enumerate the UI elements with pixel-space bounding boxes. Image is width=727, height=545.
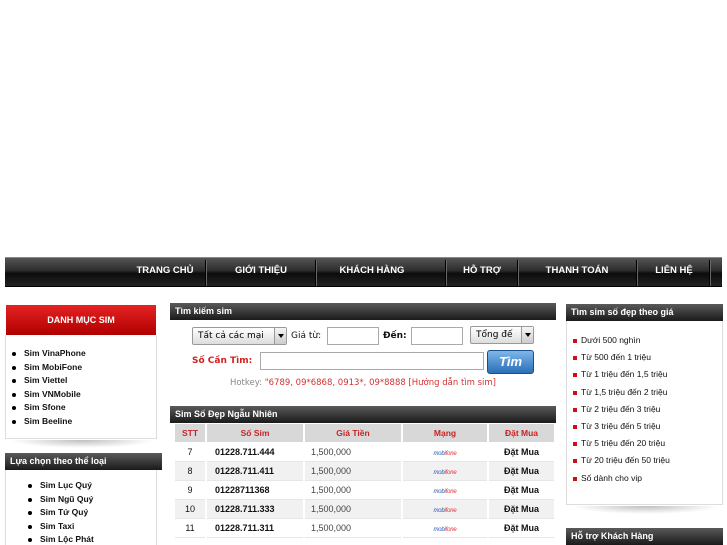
price-item[interactable]: Từ 5 triệu đến 20 triệu: [570, 436, 670, 453]
price-to-input[interactable]: [411, 327, 463, 345]
support-title: Hỗ trợ Khách Hàng: [566, 528, 723, 545]
category-list: Sim Lục Quý Sim Ngũ Quý Sim Tứ Quý Sim T…: [22, 479, 156, 545]
catalog-item-vnmobile[interactable]: Sim VNMobile: [6, 388, 156, 402]
table-row: 8 01228.711.411 1,500,000 mobifone Đặt M…: [175, 462, 554, 481]
page: TRANG CHỦ GIỚI THIỆU KHÁCH HÀNG HỖ TRỢ T…: [0, 0, 727, 545]
catalog-item-beeline[interactable]: Sim Beeline: [6, 415, 156, 429]
price-item[interactable]: Dưới 500 nghìn: [570, 333, 670, 350]
table-row: 11 01228.711.311 1,500,000 mobifone Đặt …: [175, 519, 554, 538]
row-number[interactable]: 01228.711.444: [207, 443, 303, 462]
col-price: Giá Tiền: [305, 424, 401, 443]
row-stt: 9: [175, 481, 205, 500]
buy-link[interactable]: Đặt Mua: [489, 443, 554, 462]
buy-link[interactable]: Đặt Mua: [489, 500, 554, 519]
price-filter-title: Tìm sim số đẹp theo giá: [566, 304, 723, 321]
mobifone-logo-icon: mobifone: [433, 470, 457, 476]
search-button[interactable]: Tìm: [487, 350, 534, 374]
row-price: 1,500,000: [305, 481, 401, 500]
buy-link[interactable]: Đặt Mua: [489, 481, 554, 500]
search-title: Tìm kiếm sim: [170, 303, 556, 320]
nav-payment[interactable]: THANH TOÁN: [521, 258, 633, 286]
nav-customers[interactable]: KHÁCH HÀNG: [319, 258, 425, 286]
mobifone-logo-icon: mobifone: [433, 489, 457, 495]
buy-link[interactable]: Đặt Mua: [489, 519, 554, 538]
category-item-tu-quy[interactable]: Sim Tứ Quý: [22, 506, 156, 520]
mobifone-logo-icon: mobifone: [433, 451, 457, 457]
random-title: Sim Số Đẹp Ngẫu Nhiên: [170, 406, 556, 423]
price-item[interactable]: Từ 1 triệu đến 1,5 triệu: [570, 367, 670, 384]
hotkey-label: Hotkey:: [229, 378, 263, 388]
price-item[interactable]: Từ 500 đến 1 triệu: [570, 350, 670, 367]
row-stt: 7: [175, 443, 205, 462]
price-item[interactable]: Số dành cho vip: [570, 471, 670, 488]
number-label: Số Cần Tìm:: [192, 356, 253, 366]
network-select-value: Tất cả các mại: [198, 331, 264, 341]
price-from-label: Giá từ:: [291, 331, 322, 341]
price-item[interactable]: Từ 1,5 triệu đến 2 triệu: [570, 385, 670, 402]
catalog-box: Sim VinaPhone Sim MobiFone Sim Viettel S…: [5, 335, 157, 439]
chevron-down-icon: [521, 327, 533, 343]
price-from-input[interactable]: [327, 327, 379, 345]
col-buy: Đặt Mua: [489, 424, 554, 443]
price-item[interactable]: Từ 3 triệu đến 5 triệu: [570, 419, 670, 436]
price-to-label: Đến:: [383, 331, 407, 341]
col-stt: STT: [175, 424, 205, 443]
category-item-ngu-quy[interactable]: Sim Ngũ Quý: [22, 493, 156, 507]
row-number[interactable]: 01228.711.311: [207, 519, 303, 538]
chevron-down-icon: [274, 328, 286, 344]
catalog-item-vinaphone[interactable]: Sim VinaPhone: [6, 347, 156, 361]
category-item-loc-phat[interactable]: Sim Lộc Phát: [22, 533, 156, 545]
sum-select-value: Tổng đế: [476, 330, 513, 340]
buy-link[interactable]: Đặt Mua: [489, 462, 554, 481]
row-price: 1,500,000: [305, 443, 401, 462]
category-item-luc-quy[interactable]: Sim Lục Quý: [22, 479, 156, 493]
table-row: 9 01228711368 1,500,000 mobifone Đặt Mua: [175, 481, 554, 500]
nav-contact[interactable]: LIÊN HỆ: [641, 258, 707, 286]
hotkey-line: Hotkey: "6789, 09*6868, 0913*, 09*8888 […: [170, 377, 556, 389]
catalog-item-viettel[interactable]: Sim Viettel: [6, 374, 156, 388]
catalog-title: DANH MỤC SIM: [6, 305, 156, 335]
hotkey-link[interactable]: "6789, 09*6868, 0913*, 09*8888 [Hướng dẫ…: [265, 378, 496, 388]
row-price: 1,500,000: [305, 462, 401, 481]
number-input[interactable]: [260, 352, 484, 370]
row-number[interactable]: 01228.711.333: [207, 500, 303, 519]
row-stt: 10: [175, 500, 205, 519]
mobifone-logo-icon: mobifone: [433, 508, 457, 514]
catalog-item-mobifone[interactable]: Sim MobiFone: [6, 361, 156, 375]
row-price: 1,500,000: [305, 519, 401, 538]
row-stt: 8: [175, 462, 205, 481]
col-network: Mạng: [403, 424, 487, 443]
nav-about[interactable]: GIỚI THIỆU: [209, 258, 313, 286]
mobifone-logo-icon: mobifone: [433, 527, 457, 533]
category-item-taxi[interactable]: Sim Taxi: [22, 520, 156, 534]
network-select[interactable]: Tất cả các mại: [192, 327, 287, 345]
row-number[interactable]: 01228.711.411: [207, 462, 303, 481]
catalog-item-sfone[interactable]: Sim Sfone: [6, 401, 156, 415]
main-nav: TRANG CHỦ GIỚI THIỆU KHÁCH HÀNG HỖ TRỢ T…: [5, 257, 722, 287]
category-title: Lựa chọn theo thể loại: [5, 453, 162, 470]
table-row: 7 01228.711.444 1,500,000 mobifone Đặt M…: [175, 443, 554, 462]
category-box: Sim Lục Quý Sim Ngũ Quý Sim Tứ Quý Sim T…: [5, 470, 157, 545]
price-item[interactable]: Từ 2 triệu đến 3 triệu: [570, 402, 670, 419]
sim-table: STT Số Sim Giá Tiền Mạng Đặt Mua 7 01228…: [173, 424, 556, 538]
sum-select[interactable]: Tổng đế: [470, 326, 534, 344]
row-price: 1,500,000: [305, 500, 401, 519]
table-row: 10 01228.711.333 1,500,000 mobifone Đặt …: [175, 500, 554, 519]
price-filter-list: Dưới 500 nghìn Từ 500 đến 1 triệu Từ 1 t…: [570, 333, 670, 488]
catalog-list: Sim VinaPhone Sim MobiFone Sim Viettel S…: [6, 347, 156, 428]
row-number[interactable]: 01228711368: [207, 481, 303, 500]
row-stt: 11: [175, 519, 205, 538]
nav-support[interactable]: HỖ TRỢ: [449, 258, 515, 286]
col-number: Số Sim: [207, 424, 303, 443]
price-item[interactable]: Từ 20 triệu đến 50 triệu: [570, 453, 670, 470]
nav-home[interactable]: TRANG CHỦ: [127, 258, 203, 286]
